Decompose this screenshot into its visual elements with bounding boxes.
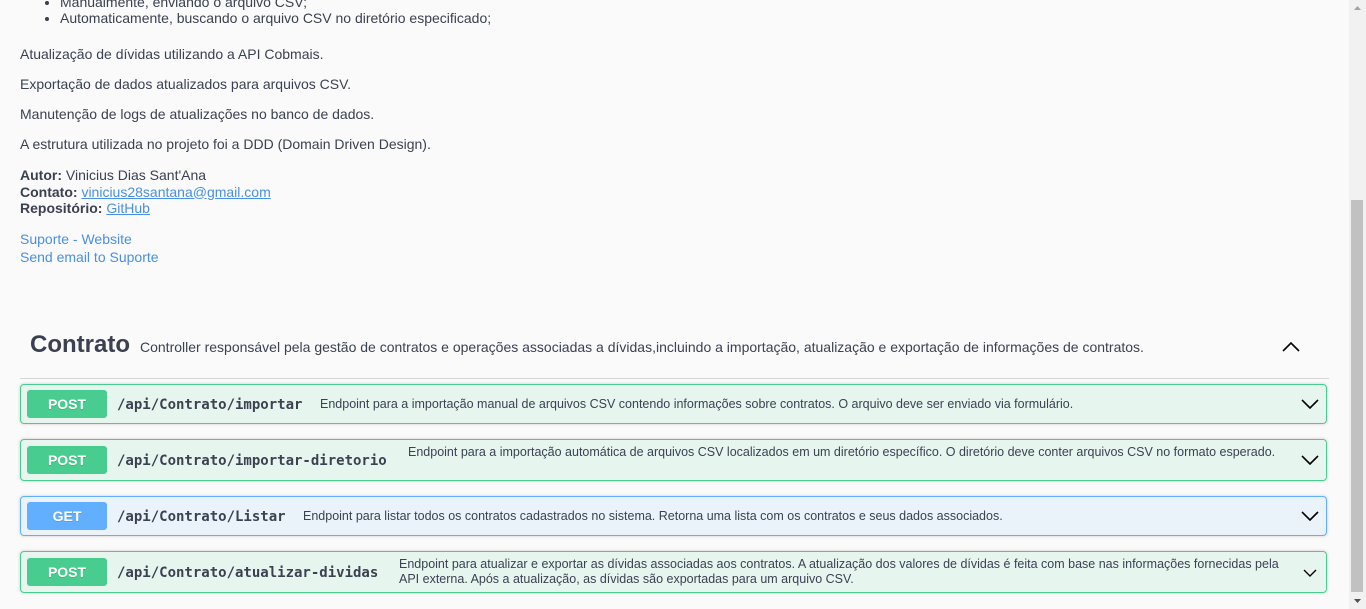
- tag-description: Controller responsável pela gestão de co…: [140, 339, 1144, 355]
- chevron-down-icon[interactable]: [1300, 506, 1320, 526]
- vertical-scrollbar[interactable]: [1349, 0, 1366, 609]
- operation-summary: Endpoint para atualizar e exportar as dí…: [399, 557, 1279, 586]
- scrollbar-thumb[interactable]: [1351, 200, 1363, 592]
- import-methods-list: Manualmente, enviando o arquivo CSV; Aut…: [48, 0, 491, 26]
- operation-summary: Endpoint para a importação manual de arq…: [320, 397, 1074, 411]
- feature-paragraph: Manutenção de logs de atualizações no ba…: [20, 106, 375, 122]
- scroll-down-arrow-icon[interactable]: [1349, 592, 1366, 609]
- repository-label: Repositório:: [20, 200, 103, 216]
- operation-post-atualizar-dividas[interactable]: POST /api/Contrato/atualizar-dividas End…: [20, 551, 1327, 593]
- operation-path: /api/Contrato/importar-diretorio: [117, 453, 387, 469]
- operation-post-importar[interactable]: POST /api/Contrato/importar Endpoint par…: [20, 384, 1327, 424]
- method-badge: POST: [27, 390, 107, 418]
- method-badge: POST: [27, 558, 107, 586]
- author-row: Autor: Vinicius Dias Sant'Ana: [20, 167, 271, 184]
- operation-path: /api/Contrato/atualizar-dividas: [117, 565, 379, 581]
- operation-get-listar[interactable]: GET /api/Contrato/Listar Endpoint para l…: [20, 496, 1327, 536]
- operation-path: /api/Contrato/importar: [117, 397, 303, 413]
- chevron-down-icon[interactable]: [1300, 450, 1320, 470]
- architecture-paragraph: A estrutura utilizada no projeto foi a D…: [20, 136, 431, 152]
- method-badge: POST: [27, 446, 107, 474]
- operation-summary: Endpoint para a importação automática de…: [408, 445, 1276, 459]
- contact-label: Contato:: [20, 183, 78, 200]
- list-item: Automaticamente, buscando o arquivo CSV …: [60, 10, 491, 26]
- feature-paragraph: Atualização de dívidas utilizando a API …: [20, 46, 324, 62]
- operation-path: /api/Contrato/Listar: [117, 509, 286, 525]
- support-links: Suporte - Website Send email to Suporte: [20, 230, 159, 266]
- chevron-up-icon[interactable]: [1281, 337, 1301, 357]
- tag-header-contrato[interactable]: Contrato Controller responsável pela ges…: [20, 325, 1329, 379]
- chevron-down-icon[interactable]: [1300, 394, 1320, 414]
- author-name: Vinicius Dias Sant'Ana: [65, 167, 207, 183]
- feature-paragraph: Exportação de dados atualizados para arq…: [20, 76, 352, 92]
- swagger-content: Manualmente, enviando o arquivo CSV; Aut…: [0, 0, 1349, 609]
- chevron-down-icon[interactable]: [1300, 563, 1320, 583]
- tag-title: Contrato: [30, 331, 130, 358]
- method-badge: GET: [27, 502, 107, 530]
- contact-email-link[interactable]: vinicius28santana@gmail.com: [81, 184, 270, 200]
- support-website-link[interactable]: Suporte - Website: [20, 230, 159, 248]
- list-item: Manualmente, enviando o arquivo CSV;: [60, 0, 491, 10]
- operation-summary: Endpoint para listar todos os contratos …: [303, 509, 1003, 523]
- contact-row: Contato: vinicius28santana@gmail.com: [20, 184, 271, 201]
- author-info: Autor: Vinicius Dias Sant'Ana Contato: v…: [20, 167, 271, 217]
- operation-post-importar-diretorio[interactable]: POST /api/Contrato/importar-diretorio En…: [20, 439, 1327, 481]
- repository-row: Repositório: GitHub: [20, 200, 271, 217]
- scroll-up-arrow-icon[interactable]: [1349, 0, 1366, 17]
- repository-link[interactable]: GitHub: [106, 200, 150, 216]
- support-email-link[interactable]: Send email to Suporte: [20, 248, 159, 266]
- author-label: Autor:: [20, 167, 62, 183]
